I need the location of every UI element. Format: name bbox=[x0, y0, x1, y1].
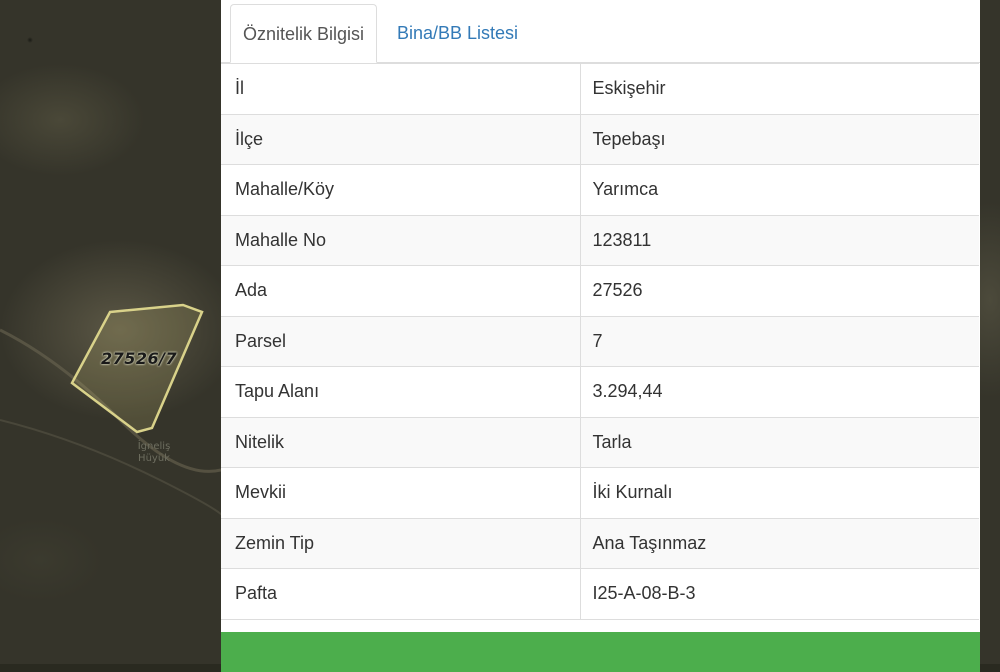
attribute-value: 7 bbox=[579, 315, 979, 367]
place-label: İgneliş Hüyük bbox=[137, 441, 171, 464]
parcel-polygon[interactable] bbox=[70, 303, 204, 434]
attribute-value: Tarla bbox=[579, 416, 979, 468]
table-row: Zemin Tip Ana Taşınmaz bbox=[221, 517, 979, 569]
action-button[interactable] bbox=[221, 632, 980, 672]
table-row: Nitelik Tarla bbox=[221, 416, 979, 468]
attribute-value: Yarımca bbox=[579, 164, 979, 216]
attribute-value: Eskişehir bbox=[579, 63, 979, 115]
table-row: Parsel 7 bbox=[221, 315, 979, 367]
attribute-value: 123811 bbox=[579, 214, 979, 266]
attribute-key: İl bbox=[221, 63, 581, 115]
attribute-value: 3.294,44 bbox=[579, 366, 979, 418]
attribute-value: Tepebaşı bbox=[579, 113, 979, 165]
tab-building-list[interactable]: Bina/BB Listesi bbox=[385, 4, 530, 61]
table-row: Tapu Alanı 3.294,44 bbox=[221, 366, 979, 418]
attribute-key: Nitelik bbox=[221, 416, 581, 468]
attribute-key: Mahalle/Köy bbox=[221, 164, 581, 216]
table-row: Mahalle No 123811 bbox=[221, 214, 979, 266]
attribute-key: Tapu Alanı bbox=[221, 366, 581, 418]
info-panel: Öznitelik Bilgisi Bina/BB Listesi İl Eski… bbox=[221, 0, 980, 672]
attribute-key: Parsel bbox=[221, 315, 581, 367]
attribute-key: İlçe bbox=[221, 113, 581, 165]
attribute-key: Zemin Tip bbox=[221, 517, 581, 569]
attribute-value: 27526 bbox=[579, 265, 979, 317]
attribute-key: Mevkii bbox=[221, 467, 581, 519]
table-row: Mevkii İki Kurnalı bbox=[221, 467, 979, 519]
table-row: Pafta I25-A-08-B-3 bbox=[221, 568, 979, 620]
map-overlay bbox=[0, 303, 221, 520]
tab-attribute-info[interactable]: Öznitelik Bilgisi bbox=[230, 4, 378, 63]
attribute-value: İki Kurnalı bbox=[579, 467, 979, 519]
attribute-value: Ana Taşınmaz bbox=[579, 517, 979, 569]
tab-bar: Öznitelik Bilgisi Bina/BB Listesi bbox=[221, 0, 980, 63]
table-row: Ada 27526 bbox=[221, 265, 979, 317]
attribute-table: İl Eskişehir İlçe Tepebaşı Mahalle/Köy Yarımc… bbox=[221, 63, 979, 620]
table-row: İlçe Tepebaşı bbox=[221, 113, 979, 165]
parcel-label[interactable]: 27526/7 bbox=[101, 349, 177, 368]
table-row: İl Eskişehir bbox=[221, 63, 979, 115]
attribute-value: I25-A-08-B-3 bbox=[579, 568, 979, 620]
attribute-key: Mahalle No bbox=[221, 214, 581, 266]
attribute-key: Ada bbox=[221, 265, 581, 317]
attribute-key: Pafta bbox=[221, 568, 581, 620]
table-row: Mahalle/Köy Yarımca bbox=[221, 164, 979, 216]
